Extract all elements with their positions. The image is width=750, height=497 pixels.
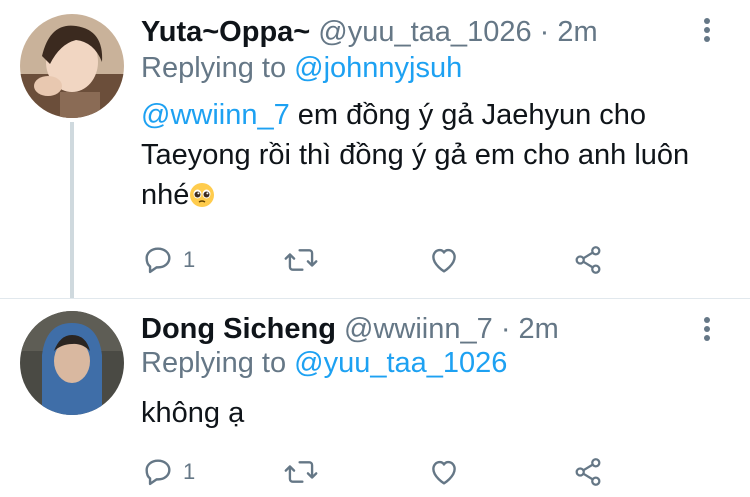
more-options-icon[interactable] xyxy=(704,317,710,344)
share-button[interactable] xyxy=(571,240,605,280)
timestamp[interactable]: 2m xyxy=(557,16,597,48)
retweet-icon xyxy=(284,249,318,271)
separator: · xyxy=(500,313,511,345)
retweet-button[interactable] xyxy=(283,240,319,280)
tweet-header: Yuta~Oppa~ @yuu_taa_1026 · 2m xyxy=(141,14,598,50)
replying-prefix: Replying to xyxy=(141,347,287,379)
replying-to: Replying to @yuu_taa_1026 xyxy=(141,345,507,381)
replying-to: Replying to @johnnyjsuh xyxy=(141,50,462,86)
like-icon xyxy=(432,460,456,485)
replying-to-link[interactable]: @yuu_taa_1026 xyxy=(294,347,507,379)
separator: · xyxy=(539,16,550,48)
avatar[interactable] xyxy=(20,311,124,415)
tweet-header: Dong Sicheng @wwiinn_7 · 2m xyxy=(141,311,559,347)
like-icon xyxy=(432,248,456,273)
pleading-face-emoji-icon xyxy=(189,179,215,207)
user-handle[interactable]: @wwiinn_7 xyxy=(344,313,493,345)
share-icon xyxy=(575,246,601,274)
retweet-icon xyxy=(284,461,318,483)
tweet-actions: 1 xyxy=(141,452,621,492)
reply-count: 1 xyxy=(183,247,196,272)
replying-prefix: Replying to xyxy=(141,52,287,84)
display-name[interactable]: Yuta~Oppa~ xyxy=(141,16,310,48)
tweet-text: @wwiinn_7 em đồng ý gả Jaehyun cho Taeyo… xyxy=(141,95,701,215)
reply-button[interactable]: 1 xyxy=(141,452,195,492)
text-mention-link[interactable]: @wwiinn_7 xyxy=(141,99,290,131)
replying-to-link[interactable]: @johnnyjsuh xyxy=(294,52,462,84)
reply-icon xyxy=(145,459,171,486)
reply-count: 1 xyxy=(183,459,196,484)
tweet-actions: 1 xyxy=(141,240,621,280)
tweet-sicheng[interactable]: Dong Sicheng @wwiinn_7 · 2m Replying to … xyxy=(0,298,750,497)
avatar[interactable] xyxy=(20,14,124,118)
display-name[interactable]: Dong Sicheng xyxy=(141,313,336,345)
user-handle[interactable]: @yuu_taa_1026 xyxy=(318,16,531,48)
tweet-text: không ạ xyxy=(141,393,701,433)
reply-button[interactable]: 1 xyxy=(141,240,195,280)
like-button[interactable] xyxy=(427,452,461,492)
share-icon xyxy=(575,458,601,486)
timestamp[interactable]: 2m xyxy=(519,313,559,345)
thread-line xyxy=(70,122,74,298)
retweet-button[interactable] xyxy=(283,452,319,492)
tweet-yuta[interactable]: Yuta~Oppa~ @yuu_taa_1026 · 2m Replying t… xyxy=(0,0,750,298)
like-button[interactable] xyxy=(427,240,461,280)
tweet-body: không ạ xyxy=(141,397,245,429)
more-options-icon[interactable] xyxy=(704,18,710,45)
reply-icon xyxy=(145,247,171,274)
share-button[interactable] xyxy=(571,452,605,492)
